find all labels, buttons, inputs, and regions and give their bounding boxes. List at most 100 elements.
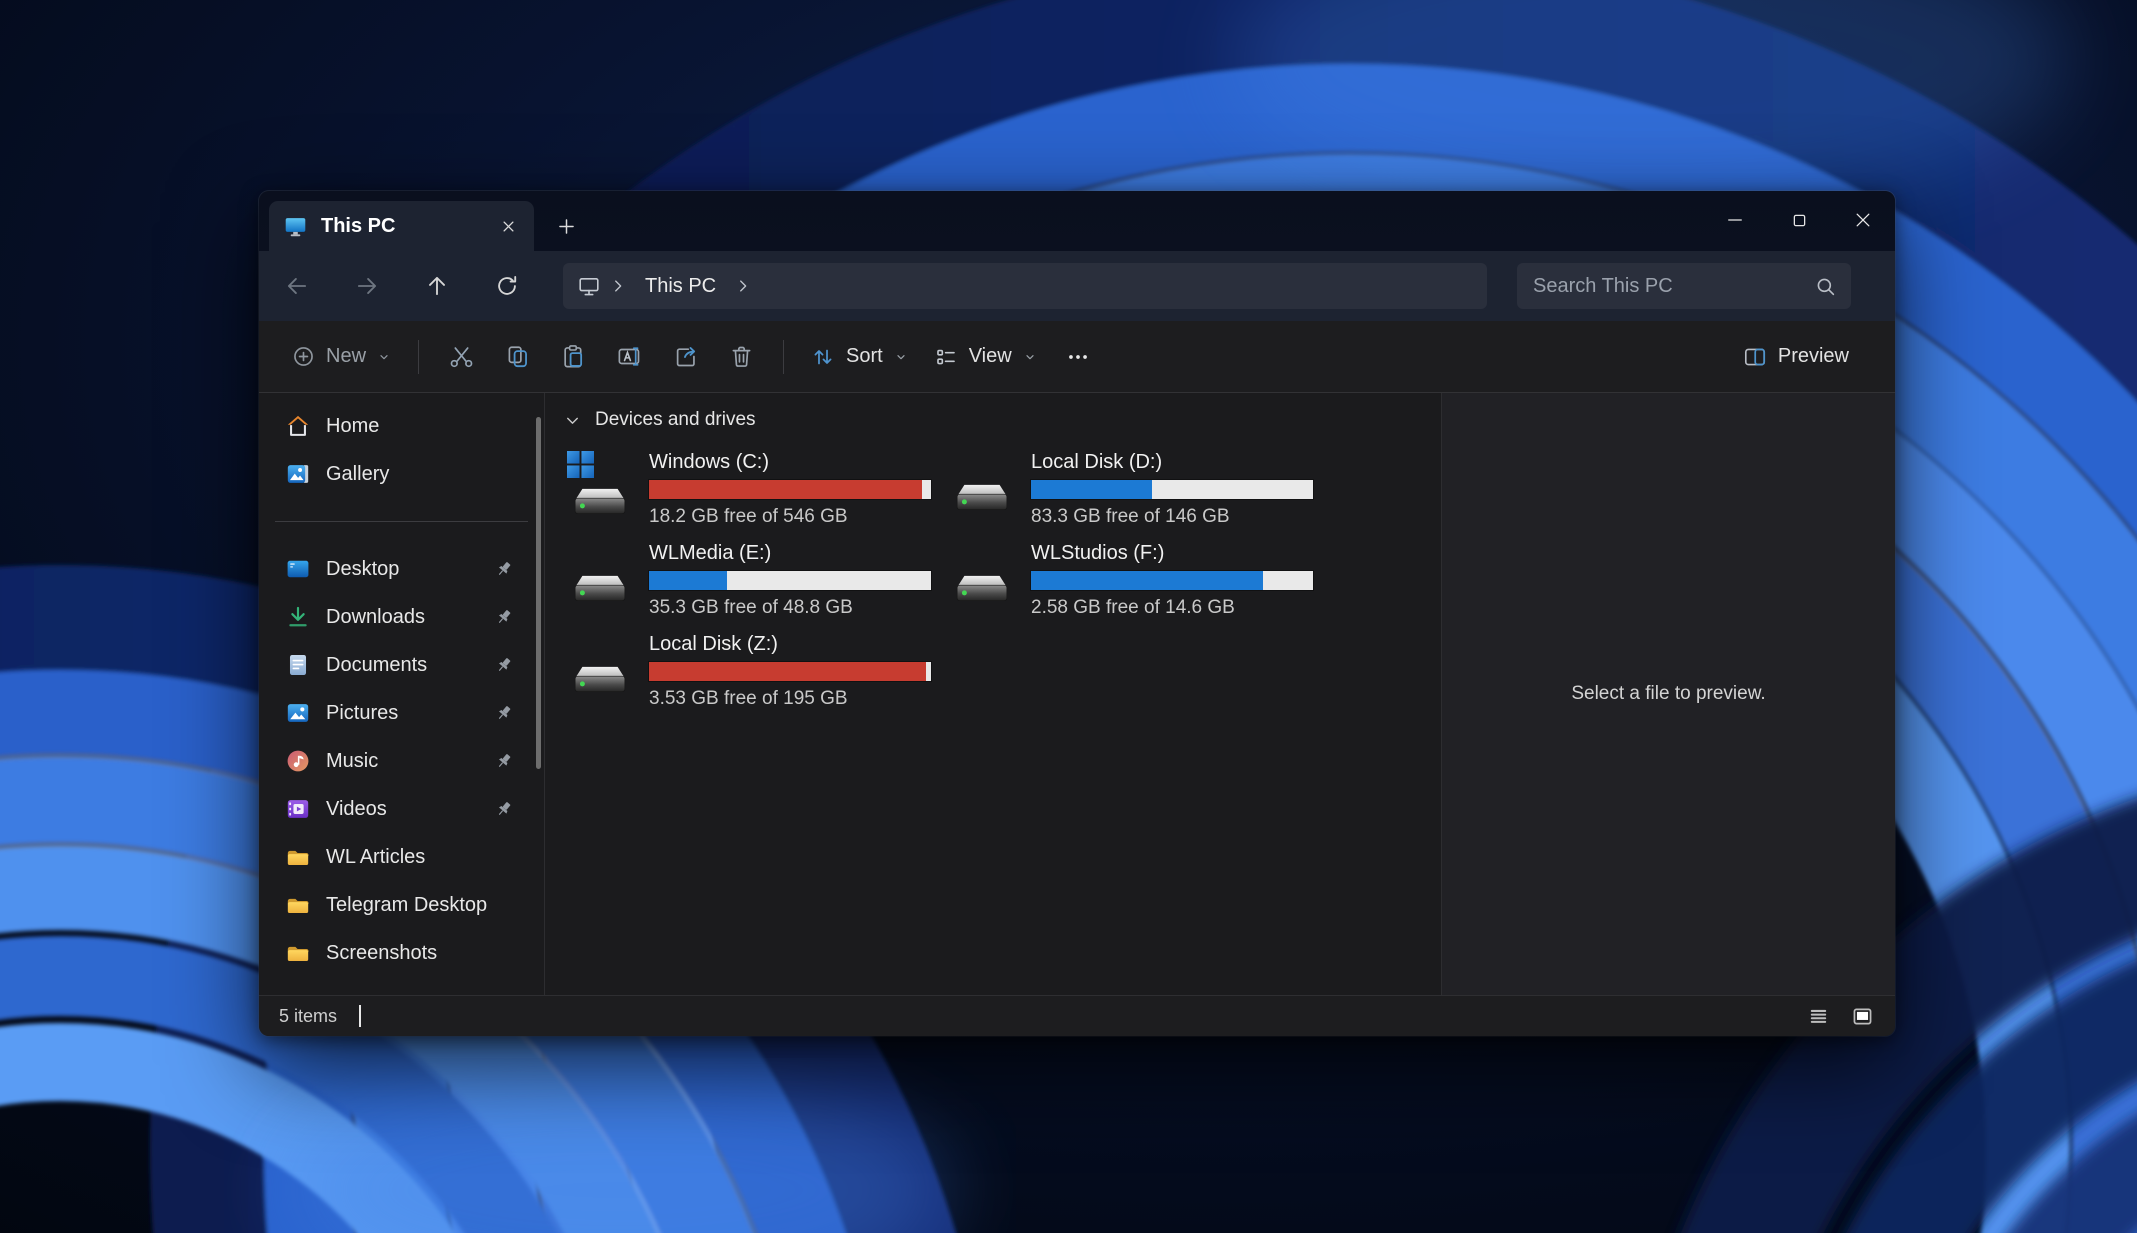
new-tab-button[interactable] bbox=[544, 204, 588, 248]
drive-usage-fill bbox=[649, 662, 926, 681]
refresh-button[interactable] bbox=[485, 264, 529, 308]
copy-button[interactable] bbox=[489, 331, 545, 383]
drive-tile-local-disk-z[interactable]: Local Disk (Z:) 3.53 GB free of 195 GB bbox=[567, 626, 949, 717]
titlebar[interactable]: This PC bbox=[259, 191, 1895, 251]
plus-icon bbox=[556, 216, 577, 237]
sidebar-item-label: Documents bbox=[326, 654, 427, 677]
preview-label: Preview bbox=[1778, 345, 1849, 368]
breadcrumb-chevron[interactable] bbox=[730, 273, 756, 299]
sort-button[interactable]: Sort bbox=[798, 331, 921, 383]
sidebar-item-label: Gallery bbox=[326, 463, 389, 486]
sidebar-item-downloads[interactable]: Downloads bbox=[273, 593, 526, 641]
chevron-down-icon[interactable] bbox=[563, 411, 582, 430]
file-explorer-window: This PC bbox=[259, 191, 1895, 1036]
sidebar-item-label: Home bbox=[326, 415, 379, 438]
chevron-down-icon bbox=[376, 349, 392, 365]
sidebar-scrollbar[interactable] bbox=[536, 417, 541, 769]
more-options-button[interactable] bbox=[1050, 331, 1106, 383]
pin-icon bbox=[494, 559, 514, 579]
delete-button[interactable] bbox=[713, 331, 769, 383]
status-separator bbox=[359, 1005, 361, 1027]
refresh-icon bbox=[494, 273, 520, 299]
sidebar-item-documents[interactable]: Documents bbox=[273, 641, 526, 689]
breadcrumb-chevron[interactable] bbox=[605, 273, 631, 299]
drive-tile-local-disk-d[interactable]: Local Disk (D:) 83.3 GB free of 146 GB bbox=[949, 444, 1331, 535]
drive-usage-fill bbox=[1031, 571, 1263, 590]
sidebar-item-videos[interactable]: Videos bbox=[273, 785, 526, 833]
search-icon[interactable] bbox=[1814, 275, 1837, 298]
drive-tile-wlstudios-f[interactable]: WLStudios (F:) 2.58 GB free of 14.6 GB bbox=[949, 535, 1331, 626]
cut-button[interactable] bbox=[433, 331, 489, 383]
drive-free-text: 18.2 GB free of 546 GB bbox=[649, 506, 931, 528]
minimize-button[interactable] bbox=[1703, 191, 1767, 249]
drive-tile-wlmedia-e[interactable]: WLMedia (E:) 35.3 GB free of 48.8 GB bbox=[567, 535, 949, 626]
preview-pane-icon bbox=[1742, 344, 1768, 370]
details-view-toggle[interactable] bbox=[1801, 1001, 1835, 1031]
trash-icon bbox=[728, 343, 755, 370]
command-bar: New Sort View bbox=[259, 321, 1895, 393]
sidebar-item-label: Music bbox=[326, 750, 378, 773]
maximize-icon bbox=[1790, 211, 1809, 230]
preview-pane: Select a file to preview. bbox=[1441, 393, 1895, 995]
sidebar-item-screenshots[interactable]: Screenshots bbox=[273, 929, 526, 977]
address-bar[interactable]: This PC bbox=[563, 263, 1487, 309]
tab-close-button[interactable] bbox=[492, 210, 524, 242]
view-label: View bbox=[969, 345, 1012, 368]
drive-name: WLStudios (F:) bbox=[1031, 542, 1313, 565]
sidebar-item-home[interactable]: Home bbox=[273, 402, 526, 450]
view-button[interactable]: View bbox=[921, 331, 1050, 383]
pin-icon bbox=[494, 751, 514, 771]
drive-name: WLMedia (E:) bbox=[649, 542, 931, 565]
search-input[interactable] bbox=[1533, 275, 1814, 298]
thumbnail-view-icon bbox=[1851, 1005, 1874, 1028]
navigation-pane: Home Gallery Desktop Downloads Documents bbox=[259, 393, 545, 995]
this-pc-icon bbox=[577, 274, 601, 298]
drive-usage-bar bbox=[649, 662, 931, 681]
chevron-down-icon bbox=[893, 349, 909, 365]
minimize-icon bbox=[1725, 210, 1745, 230]
this-pc-monitor-icon bbox=[283, 214, 308, 239]
large-thumbnails-view-toggle[interactable] bbox=[1845, 1001, 1879, 1031]
sidebar-item-pictures[interactable]: Pictures bbox=[273, 689, 526, 737]
drive-icon bbox=[949, 548, 1015, 614]
drive-tile-windows-c[interactable]: Windows (C:) 18.2 GB free of 546 GB bbox=[567, 444, 949, 535]
sidebar-item-telegram-desktop[interactable]: Telegram Desktop bbox=[273, 881, 526, 929]
videos-icon bbox=[285, 796, 311, 822]
toolbar-separator bbox=[418, 340, 419, 374]
drive-icon bbox=[949, 457, 1015, 523]
new-button[interactable]: New bbox=[279, 331, 404, 383]
copy-icon bbox=[504, 343, 531, 370]
share-button[interactable] bbox=[657, 331, 713, 383]
up-button[interactable] bbox=[415, 264, 459, 308]
share-icon bbox=[672, 343, 699, 370]
close-window-button[interactable] bbox=[1831, 191, 1895, 249]
group-header-devices-and-drives[interactable]: Devices and drives bbox=[545, 407, 1441, 433]
drive-free-text: 83.3 GB free of 146 GB bbox=[1031, 506, 1313, 528]
drive-free-text: 35.3 GB free of 48.8 GB bbox=[649, 597, 931, 619]
sidebar-item-label: Pictures bbox=[326, 702, 398, 725]
maximize-button[interactable] bbox=[1767, 191, 1831, 249]
home-icon bbox=[285, 413, 311, 439]
tab-title: This PC bbox=[321, 215, 492, 238]
back-button[interactable] bbox=[275, 264, 319, 308]
window-controls bbox=[1703, 191, 1895, 249]
sidebar-item-wl-articles[interactable]: WL Articles bbox=[273, 833, 526, 881]
gallery-icon bbox=[285, 461, 311, 487]
drive-icon bbox=[567, 457, 633, 523]
preview-toggle-button[interactable]: Preview bbox=[1730, 331, 1861, 383]
drive-icon bbox=[567, 639, 633, 705]
chevron-right-icon bbox=[609, 277, 627, 295]
paste-button[interactable] bbox=[545, 331, 601, 383]
chevron-down-icon bbox=[1022, 349, 1038, 365]
tab-this-pc[interactable]: This PC bbox=[269, 201, 534, 251]
rename-button[interactable] bbox=[601, 331, 657, 383]
breadcrumb-this-pc[interactable]: This PC bbox=[635, 275, 726, 298]
sidebar-item-desktop[interactable]: Desktop bbox=[273, 545, 526, 593]
folder-icon bbox=[285, 844, 311, 870]
forward-button[interactable] bbox=[345, 264, 389, 308]
search-box[interactable] bbox=[1517, 263, 1851, 309]
folder-icon bbox=[285, 892, 311, 918]
sidebar-item-gallery[interactable]: Gallery bbox=[273, 450, 526, 498]
drive-name: Local Disk (Z:) bbox=[649, 633, 931, 656]
sidebar-item-music[interactable]: Music bbox=[273, 737, 526, 785]
